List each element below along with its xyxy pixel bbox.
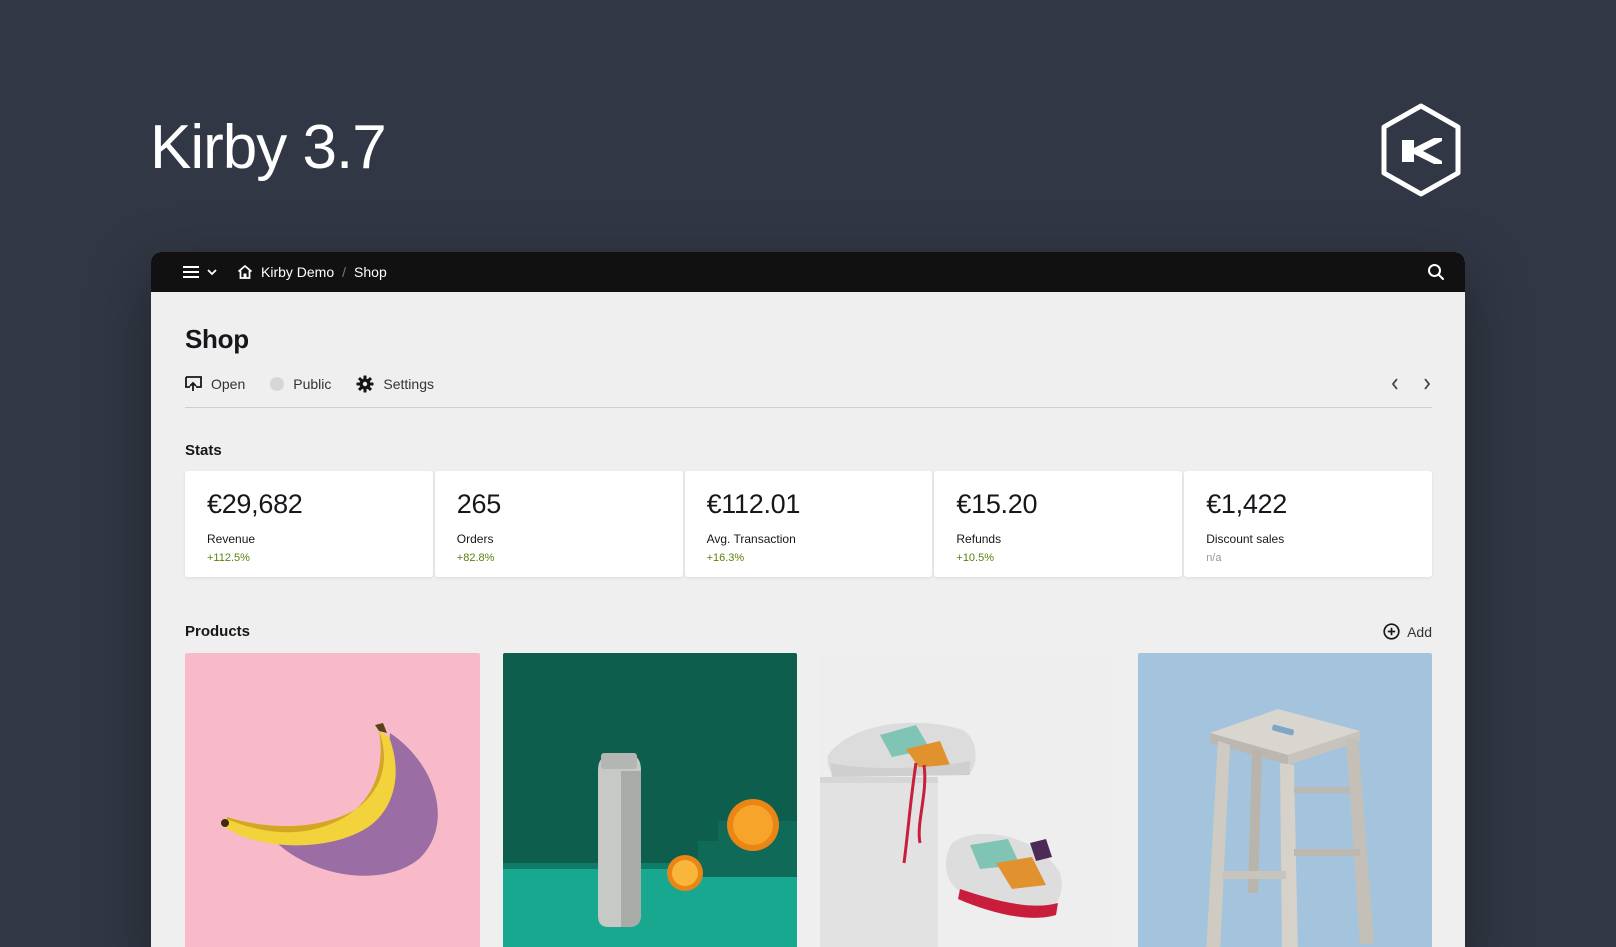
menu-button[interactable] [183, 265, 217, 279]
breadcrumb-separator: / [342, 264, 347, 280]
open-button-label: Open [211, 376, 246, 392]
water-bottle-image [502, 653, 797, 947]
stat-label: Avg. Transaction [706, 532, 796, 546]
products-heading: Products [185, 623, 251, 640]
page-toolbar: Open Public Settings [185, 375, 1432, 408]
search-icon [1428, 264, 1444, 280]
stat-label: Orders [456, 532, 494, 546]
kirby-logo-icon [1381, 103, 1461, 197]
sneakers-image [820, 653, 1115, 947]
promo-page: Kirby 3.7 Kirby Demo / Shop Shop Open Pu… [0, 0, 1616, 947]
status-button[interactable]: Public [270, 376, 331, 392]
breadcrumb-item-shop[interactable]: Shop [354, 264, 387, 280]
next-page-button[interactable] [1422, 377, 1432, 391]
product-card-wooden-stool[interactable] [1137, 653, 1432, 947]
add-circle-icon [1383, 623, 1400, 640]
chevron-left-icon [1391, 378, 1398, 390]
breadcrumb: Kirby Demo / Shop [237, 264, 387, 280]
product-card-water-bottle[interactable] [502, 653, 797, 947]
chevron-down-icon [207, 269, 217, 276]
stat-value: 265 [456, 489, 501, 519]
prev-page-button[interactable] [1390, 377, 1400, 391]
gear-icon [356, 375, 374, 393]
banana-image [185, 653, 480, 947]
products-header: Products Add [185, 623, 1432, 640]
stat-card-discount-sales: €1,422 Discount sales n/a [1184, 471, 1432, 577]
stat-label: Discount sales [1206, 532, 1285, 546]
status-dot-icon [270, 377, 285, 391]
settings-label: Settings [383, 376, 434, 392]
stat-label: Revenue [207, 532, 256, 546]
product-card-sneakers[interactable] [820, 653, 1115, 947]
settings-button[interactable]: Settings [356, 375, 434, 393]
search-button[interactable] [1427, 263, 1445, 281]
status-label: Public [293, 376, 332, 392]
stats-grid: €29,682 Revenue +112.5% 265 Orders +82.8… [185, 471, 1432, 577]
stat-label: Refunds [956, 532, 1002, 546]
stat-change: n/a [1206, 552, 1222, 564]
stat-card-revenue: €29,682 Revenue +112.5% [185, 471, 433, 577]
stat-change: +10.5% [956, 552, 995, 564]
stat-change: +112.5% [207, 552, 250, 564]
home-icon[interactable] [237, 264, 253, 280]
add-button-label: Add [1407, 623, 1432, 640]
products-grid [185, 653, 1432, 947]
open-external-icon [185, 376, 202, 391]
open-button[interactable]: Open [185, 376, 245, 392]
hero-title: Kirby 3.7 [150, 113, 387, 182]
product-card-banana[interactable] [185, 653, 480, 947]
chevron-right-icon [1424, 378, 1431, 390]
stat-value: €1,422 [1206, 489, 1287, 519]
add-product-button[interactable]: Add [1383, 623, 1432, 640]
panel-window: Kirby Demo / Shop Shop Open Public Setti… [151, 252, 1465, 947]
stat-card-orders: 265 Orders +82.8% [434, 471, 683, 577]
stat-card-refunds: €15.20 Refunds +10.5% [934, 471, 1183, 577]
breadcrumb-item-kirby-demo[interactable]: Kirby Demo [261, 264, 334, 280]
stat-change: +16.3% [706, 552, 745, 564]
stats-heading: Stats [185, 442, 222, 459]
stat-value: €15.20 [956, 489, 1038, 519]
page-title: Shop [185, 324, 249, 354]
topbar: Kirby Demo / Shop [151, 252, 1465, 292]
stat-card-avg-transaction: €112.01 Avg. Transaction +16.3% [684, 471, 933, 577]
page-navigation [1390, 377, 1432, 391]
hamburger-icon [183, 266, 199, 278]
stats-header: Stats [185, 442, 1432, 459]
wooden-stool-image [1137, 653, 1432, 947]
stat-value: €29,682 [207, 489, 303, 519]
stat-value: €112.01 [706, 489, 801, 519]
stat-change: +82.8% [456, 552, 495, 564]
page-content: Shop Open Public Settings Stats €29,682 … [151, 292, 1465, 947]
